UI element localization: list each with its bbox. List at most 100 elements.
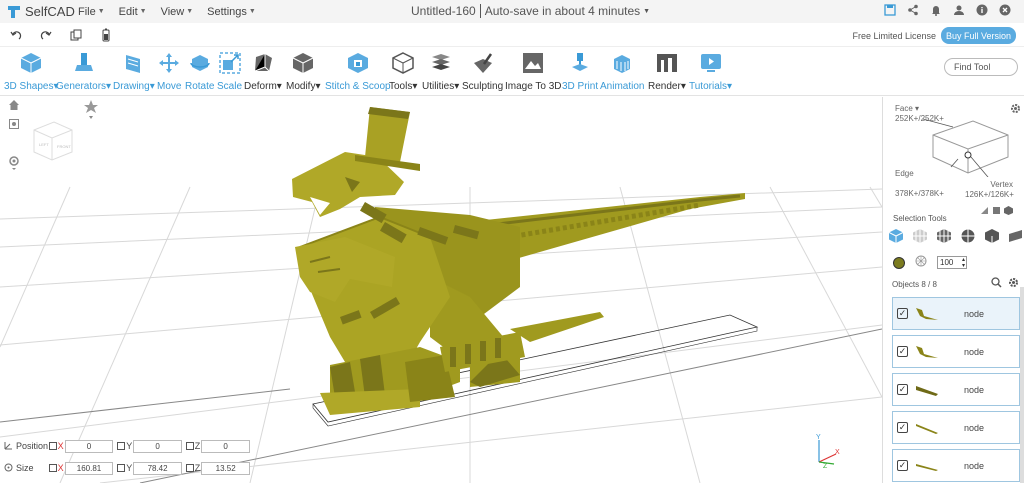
lock-y-checkbox[interactable]	[117, 442, 126, 450]
redo-icon[interactable]	[38, 27, 54, 43]
tool-rotate[interactable]: Rotate	[185, 51, 214, 92]
objects-gear-icon[interactable]	[1008, 277, 1019, 291]
stepper-icon[interactable]: ▴ ▾	[962, 257, 965, 269]
selection-mode-cube[interactable]	[923, 115, 1013, 177]
position-x-input[interactable]: 0	[64, 439, 114, 453]
selection-mini-icons	[980, 206, 1013, 218]
vertex-mode[interactable]: Vertex 126K+/126K+	[965, 180, 1014, 200]
search-icon[interactable]	[991, 277, 1002, 291]
scene-canvas[interactable]	[0, 97, 882, 483]
close-icon[interactable]	[998, 3, 1012, 17]
tool-animation[interactable]: Animation	[600, 51, 644, 92]
autosave-status[interactable]: Auto-save in about 4 minutes	[485, 4, 640, 18]
face-mode[interactable]: Face ▾ 252K+/252K+	[895, 104, 944, 124]
app-logo[interactable]: SelfCAD	[6, 4, 78, 20]
tool-move[interactable]: Move	[157, 51, 181, 92]
tool-label: Animation	[600, 81, 645, 92]
lighting-icon[interactable]	[84, 100, 98, 123]
share-icon[interactable]	[906, 3, 920, 17]
caret-down-icon: ▼	[186, 8, 194, 15]
visibility-checkbox[interactable]: ✓	[897, 384, 908, 395]
battery-icon[interactable]	[98, 27, 114, 43]
select-edge-icon[interactable]	[992, 206, 1001, 218]
menu-settings[interactable]: Settings ▼	[207, 6, 256, 18]
select-grid-icon[interactable]	[936, 228, 952, 244]
tool-modify[interactable]: Modify▾	[286, 51, 320, 92]
image-to-3d-icon	[523, 53, 544, 73]
list-item[interactable]: ✓ node	[892, 411, 1020, 444]
selection-tools-row	[888, 228, 1024, 244]
tool-label: Render	[648, 81, 681, 92]
tool-image-to-3d[interactable]: Image To 3D	[505, 51, 562, 92]
select-plane-icon[interactable]	[1008, 228, 1024, 244]
select-mesh-icon[interactable]	[912, 228, 928, 244]
info-icon[interactable]	[975, 3, 989, 17]
lock-x-checkbox[interactable]	[48, 442, 57, 450]
save-icon[interactable]	[883, 3, 897, 17]
tool-label: Sculpting	[462, 81, 504, 92]
camera-settings-icon[interactable]	[8, 155, 20, 174]
position-y-input[interactable]: 0	[133, 439, 182, 453]
tool-3d-print[interactable]: 3D Print	[562, 51, 598, 92]
tool-label: Tools	[389, 81, 413, 92]
cube-icon	[21, 53, 42, 73]
lock-size-y-checkbox[interactable]	[117, 464, 126, 472]
menu-file[interactable]: File ▼	[78, 6, 105, 18]
visibility-checkbox[interactable]: ✓	[897, 422, 908, 433]
opacity-input[interactable]: 100 ▴ ▾	[937, 256, 967, 269]
model-color-swatch[interactable]	[893, 256, 905, 269]
tool-utilities[interactable]: Utilities▾	[422, 51, 459, 92]
tool-scale[interactable]: Scale	[217, 51, 242, 92]
bell-icon[interactable]	[929, 3, 943, 17]
texture-icon[interactable]	[915, 255, 927, 270]
copy-icon[interactable]	[68, 27, 84, 43]
fit-view-icon[interactable]	[8, 118, 20, 133]
menu-edit[interactable]: Edit ▼	[119, 6, 147, 18]
tool-render[interactable]: Render▾	[648, 51, 686, 92]
objects-scrollbar[interactable]	[1020, 287, 1024, 483]
view-cube[interactable]: LEFT FRONT	[30, 118, 74, 162]
document-title[interactable]: Untitled-160	[411, 4, 476, 18]
tool-deform[interactable]: Deform▾	[244, 51, 282, 92]
undo-icon[interactable]	[8, 27, 24, 43]
3d-print-icon	[572, 53, 589, 71]
objects-header: Objects 8 / 8	[892, 280, 937, 289]
tool-generators[interactable]: Generators▾	[56, 51, 111, 92]
select-point-icon[interactable]	[980, 206, 989, 218]
visibility-checkbox[interactable]: ✓	[897, 308, 908, 319]
lock-z-checkbox[interactable]	[185, 442, 194, 450]
list-item[interactable]: ✓ node	[892, 373, 1020, 406]
lock-size-z-checkbox[interactable]	[185, 464, 194, 472]
list-item[interactable]: ✓ node	[892, 335, 1020, 368]
tool-sculpting[interactable]: Sculpting	[462, 51, 503, 92]
tool-stitch-scoop[interactable]: Stitch & Scoop	[325, 51, 391, 92]
select-object-icon[interactable]	[888, 228, 904, 244]
select-face-icon[interactable]	[1004, 206, 1013, 218]
lock-size-x-checkbox[interactable]	[48, 464, 57, 472]
user-icon[interactable]	[952, 3, 966, 17]
size-z-input[interactable]: 13.52	[201, 461, 250, 475]
visibility-checkbox[interactable]: ✓	[897, 460, 908, 471]
tool-label: Tutorials	[689, 81, 727, 92]
list-item[interactable]: ✓ node	[892, 297, 1020, 330]
tool-tutorials[interactable]: Tutorials▾	[689, 51, 732, 92]
select-sphere-icon[interactable]	[960, 228, 976, 244]
size-x-input[interactable]: 160.81	[64, 461, 114, 475]
tool-label: Image To 3D	[505, 81, 562, 92]
select-box-icon[interactable]	[984, 228, 1000, 244]
position-z-input[interactable]: 0	[201, 439, 250, 453]
tool-drawing[interactable]: Drawing▾	[113, 51, 155, 92]
size-y-input[interactable]: 78.42	[133, 461, 182, 475]
home-icon[interactable]	[8, 99, 20, 114]
list-item[interactable]: ✓ node	[892, 449, 1020, 482]
find-tool-input[interactable]: Find Tool	[944, 58, 1018, 76]
tool-tools[interactable]: Tools▾	[389, 51, 417, 92]
axis-label: X	[57, 463, 64, 473]
visibility-checkbox[interactable]: ✓	[897, 346, 908, 357]
menu-view[interactable]: View ▼	[161, 6, 194, 18]
buy-full-version-button[interactable]: Buy Full Version	[941, 27, 1016, 44]
3d-viewport[interactable]: LEFT FRONT Position X 0 Y 0 Z 0 Size X 16…	[0, 97, 882, 483]
tool-3d-shapes[interactable]: 3D Shapes▾	[4, 51, 59, 92]
edge-mode[interactable]: Edge 378K+/378K+	[895, 169, 944, 199]
document-title-area[interactable]: Untitled-160 Auto-save in about 4 minute…	[411, 4, 650, 18]
